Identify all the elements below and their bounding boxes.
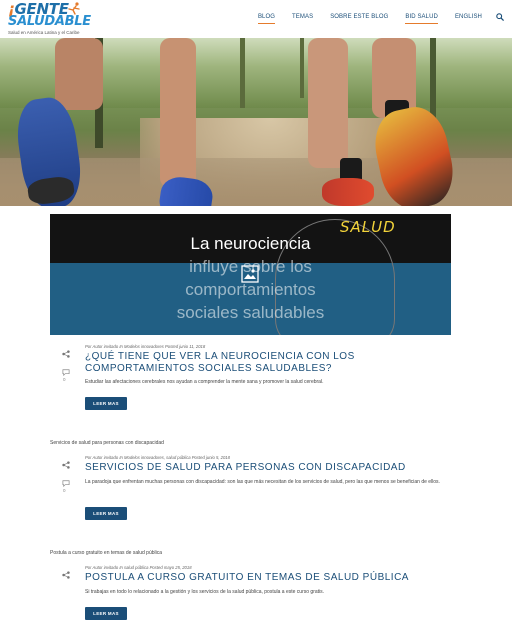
site-header: ¡GENTE SALUDABLE Salud en América Latina… xyxy=(0,0,512,38)
banner-text-line-3: comportamientos xyxy=(185,280,316,299)
post-category-link[interactable]: Modelos innovadores xyxy=(124,344,164,349)
search-icon[interactable] xyxy=(496,13,504,21)
post-1-title[interactable]: ¿QUÉ TIENE QUE VER LA NEUROCIENCIA CON L… xyxy=(85,351,455,375)
nav-english[interactable]: ENGLISH xyxy=(455,14,482,23)
post-2-excerpt: La paradoja que enfrentan muchas persona… xyxy=(85,479,440,485)
post-author-link[interactable]: Autor invitado xyxy=(93,455,119,460)
logo-subtitle: Salud en América Latina y el Caribe xyxy=(8,30,80,35)
nav-temas[interactable]: TEMAS xyxy=(292,14,313,23)
post-3-excerpt: Si trabajas en todo lo relacionado a la … xyxy=(85,589,325,595)
featured-post-image[interactable]: SALUD La neurociencia influye sobre los … xyxy=(50,214,451,335)
comment-count: 0 xyxy=(63,488,66,493)
hero-image-runners xyxy=(0,38,512,206)
post-2-meta: Por Autor invitado In Modelos innovadore… xyxy=(85,455,230,460)
post-2-title[interactable]: SERVICIOS DE SALUD PARA PERSONAS CON DIS… xyxy=(85,462,455,474)
banner-text-line-1: La neurociencia xyxy=(190,234,311,253)
comment-icon[interactable] xyxy=(62,480,70,487)
post-author-link[interactable]: Autor invitado xyxy=(93,565,119,570)
share-icon[interactable] xyxy=(62,571,70,579)
post-3-image-alt[interactable]: Postula a curso gratuito en temas de sal… xyxy=(50,550,162,556)
comment-count: 0 xyxy=(63,377,66,382)
share-icon[interactable] xyxy=(62,461,70,469)
nav-bid-salud[interactable]: BID SALUD xyxy=(405,14,438,24)
post-1-excerpt: Estudiar las afectaciones cerebrales nos… xyxy=(85,379,324,385)
post-3-title[interactable]: POSTULA A CURSO GRATUITO EN TEMAS DE SAL… xyxy=(85,572,455,584)
post-author-link[interactable]: Autor invitado xyxy=(93,344,119,349)
post-2-image-alt[interactable]: Servicios de salud para personas con dis… xyxy=(50,440,164,446)
nav-sobre-este-blog[interactable]: SOBRE ESTE BLOG xyxy=(330,14,388,23)
post-3-meta: Por Autor invitado In salud pública Post… xyxy=(85,565,192,570)
read-more-button[interactable]: LEER MAS xyxy=(85,507,127,520)
nav-blog[interactable]: BLOG xyxy=(257,14,276,24)
site-logo[interactable]: ¡GENTE SALUDABLE Salud en América Latina… xyxy=(8,2,118,36)
banner-text-line-4: sociales saludables xyxy=(176,303,325,322)
main-nav: BLOG TEMAS SOBRE ESTE BLOG BID SALUD ENG… xyxy=(241,13,504,24)
read-more-button[interactable]: LEER MAS xyxy=(85,397,127,410)
logo-title-line2: SALUDABLE xyxy=(8,14,91,29)
post-1-meta: Por Autor invitado In Modelos innovadore… xyxy=(85,344,206,349)
share-icon[interactable] xyxy=(62,350,70,358)
image-icon xyxy=(241,265,259,283)
post-category-link[interactable]: salud pública xyxy=(124,565,148,570)
comment-icon[interactable] xyxy=(62,369,70,376)
post-category-link[interactable]: Modelos innovadores, salud pública xyxy=(124,455,191,460)
read-more-button[interactable]: LEER MAS xyxy=(85,607,127,620)
